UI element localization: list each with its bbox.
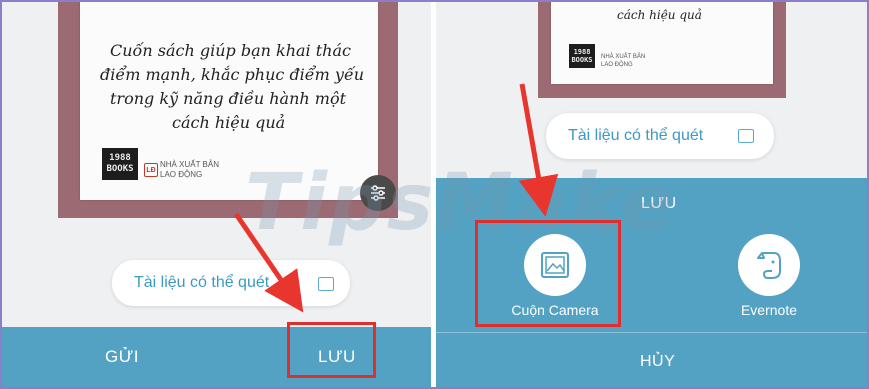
sheet-separator bbox=[436, 332, 869, 333]
ld-badge: LĐ bbox=[144, 163, 158, 177]
script-line-4: cách hiệu quả bbox=[172, 113, 286, 132]
script-line: cách hiệu quả bbox=[617, 8, 702, 22]
script-line-2: điểm mạnh, khắc phục điểm yếu bbox=[100, 65, 365, 84]
books-logo: 1988 BOOKS bbox=[569, 44, 595, 68]
image-icon-shape bbox=[738, 129, 754, 143]
sliders-icon bbox=[371, 185, 385, 201]
scannable-doc-label: Tài liệu có thể quét bbox=[568, 127, 704, 144]
send-button[interactable]: GỬI bbox=[105, 347, 139, 367]
scannable-doc-label: Tài liệu có thể quét bbox=[134, 274, 270, 291]
publisher-line-1: NHÀ XUẤT BẢN bbox=[601, 54, 646, 60]
cancel-button[interactable]: HỦY bbox=[640, 353, 675, 371]
publisher-line-1: NHÀ XUẤT BẢN bbox=[160, 160, 219, 169]
right-screen: cách hiệu quả 1988 BOOKS NHÀ XUẤT BẢN LA… bbox=[436, 0, 869, 389]
publisher-line-2: LAO ĐỘNG bbox=[601, 62, 633, 68]
highlight-camera-roll bbox=[475, 220, 621, 327]
image-icon[interactable] bbox=[306, 270, 346, 298]
filter-button[interactable] bbox=[360, 175, 396, 211]
evernote-label[interactable]: Evernote bbox=[714, 302, 824, 318]
screenshot-frame: Cuốn sách giúp bạn khai thác điểm mạnh, … bbox=[0, 0, 869, 389]
document-page: cách hiệu quả 1988 BOOKS NHÀ XUẤT BẢN LA… bbox=[551, 0, 773, 84]
publisher-line-2: LAO ĐỘNG bbox=[160, 170, 203, 179]
image-icon[interactable] bbox=[726, 122, 766, 150]
script-line-3: trong kỹ năng điều hành một bbox=[110, 89, 347, 108]
document-page: Cuốn sách giúp bạn khai thác điểm mạnh, … bbox=[80, 0, 378, 200]
script-line-1: Cuốn sách giúp bạn khai thác bbox=[110, 41, 351, 60]
highlight-save-button bbox=[287, 322, 376, 378]
image-icon-shape bbox=[318, 277, 334, 291]
evernote-icon bbox=[757, 252, 781, 279]
sheet-title: LƯU bbox=[641, 195, 677, 212]
books-logo: 1988 BOOKS bbox=[102, 148, 138, 180]
evernote-button[interactable] bbox=[738, 234, 800, 296]
